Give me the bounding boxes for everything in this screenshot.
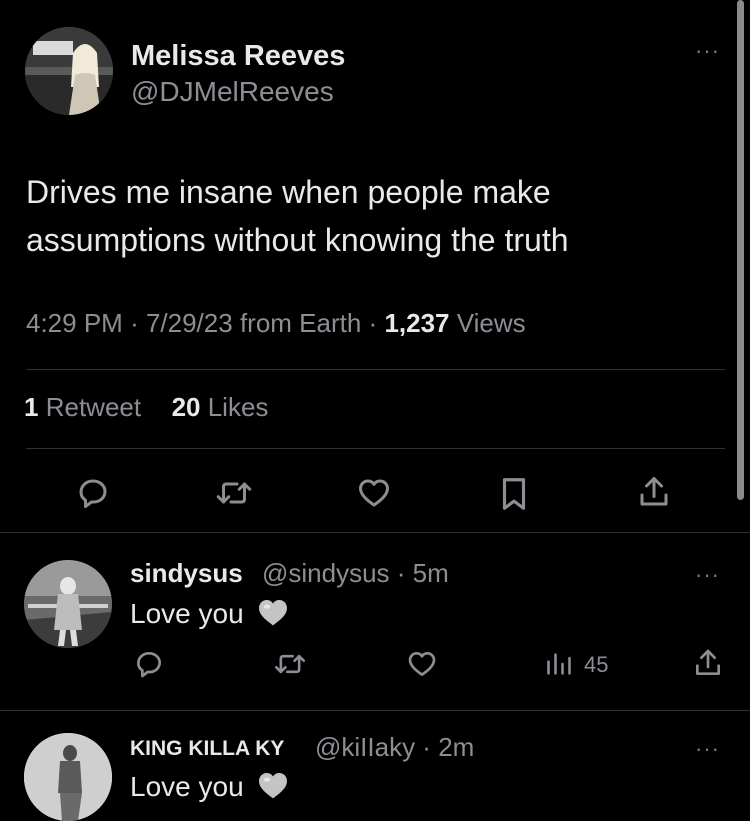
tweet-source: from Earth	[239, 308, 362, 338]
main-tweet: Melissa Reeves @DJMelReeves ··· Drives m…	[0, 0, 750, 532]
reply-time: 5m	[412, 558, 449, 588]
divider	[26, 369, 725, 370]
retweets-link[interactable]: 1 Retweet	[24, 392, 141, 422]
tweet-text-line-2: assumptions without knowing the truth	[26, 222, 569, 258]
likes-link[interactable]: 20 Likes	[172, 392, 269, 422]
reply-views-count[interactable]: 45	[584, 652, 608, 678]
author-handle[interactable]: @DJMelReeves	[131, 76, 334, 108]
reply-retweet-icon[interactable]	[273, 648, 307, 685]
reply-reply-icon[interactable]	[133, 648, 165, 685]
reply-avatar[interactable]	[24, 560, 112, 648]
divider	[26, 448, 725, 449]
reply-avatar[interactable]	[24, 733, 112, 821]
bookmark-icon[interactable]	[497, 475, 531, 518]
reply-icon[interactable]	[75, 475, 111, 516]
thread-divider	[0, 532, 750, 533]
author-name[interactable]: Melissa Reeves	[131, 40, 345, 73]
reply-author-name[interactable]: KING KILLA KY	[130, 737, 284, 761]
reply-author-handle[interactable]: @sindysus · 5m	[262, 558, 449, 589]
share-icon[interactable]	[636, 473, 672, 516]
thread-divider	[0, 710, 750, 711]
reply-like-icon[interactable]	[405, 648, 439, 685]
author-avatar[interactable]	[25, 27, 113, 115]
views-count: 1,237	[384, 308, 450, 338]
tweet-text: Drives me insane when people make assump…	[26, 168, 716, 264]
reply-author-name[interactable]: sindysus	[130, 558, 243, 589]
reply-author-handle[interactable]: @kiIIaky · 2m	[315, 732, 474, 763]
reply-time: 2m	[438, 732, 475, 762]
retweet-icon[interactable]	[214, 475, 254, 516]
reply-views-icon[interactable]	[545, 650, 573, 683]
tweet-text-line-1: Drives me insane when people make	[26, 174, 551, 210]
more-options-button[interactable]: ···	[695, 40, 720, 62]
grey-heart-emoji-icon	[257, 770, 289, 807]
scrollbar[interactable]	[737, 0, 744, 500]
like-icon[interactable]	[355, 475, 393, 516]
reply-text: Love you	[130, 597, 289, 634]
grey-heart-emoji-icon	[257, 597, 289, 634]
reply-share-icon[interactable]	[692, 646, 724, 685]
engagement-stats: 1 Retweet 20 Likes	[24, 392, 268, 423]
views-label: Views	[456, 308, 526, 338]
reply-text: Love you	[130, 770, 289, 807]
tweet-date[interactable]: 7/29/23	[146, 308, 233, 338]
tweet-metadata: 4:29 PM · 7/29/23 from Earth · 1,237 Vie…	[26, 308, 526, 338]
tweet-time[interactable]: 4:29 PM	[26, 308, 123, 338]
reply-more-options-button[interactable]: ···	[695, 564, 720, 586]
reply-more-options-button[interactable]: ···	[695, 738, 720, 760]
